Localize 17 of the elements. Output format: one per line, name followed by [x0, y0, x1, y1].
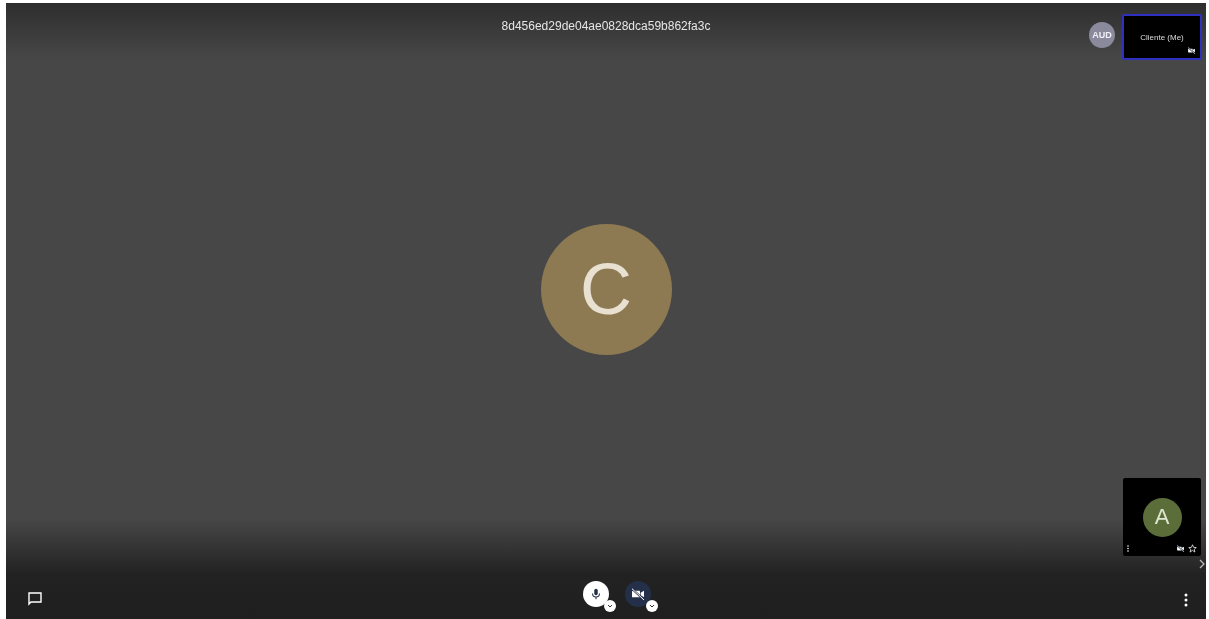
self-view-label: Cliente (Me) [1140, 32, 1184, 42]
camera-off-icon [1176, 544, 1185, 553]
caret-icon[interactable] [603, 600, 616, 612]
caret-icon[interactable] [645, 600, 658, 612]
microphone-button[interactable] [582, 581, 609, 607]
chat-button[interactable] [27, 591, 43, 607]
star-icon[interactable] [1188, 544, 1197, 553]
participant-avatar: A [1142, 497, 1182, 537]
self-view-tile[interactable]: Cliente (Me) [1122, 14, 1202, 60]
camera-button[interactable] [624, 581, 651, 607]
participant-tile[interactable]: A [1123, 478, 1201, 556]
meeting-title: 8d456ed29de04ae0828dca59b862fa3c [501, 19, 711, 34]
more-options-button[interactable] [1184, 593, 1188, 607]
camera-off-icon [629, 586, 646, 602]
camera-off-icon [1187, 46, 1196, 55]
chevron-right-icon[interactable] [1199, 559, 1205, 569]
speaker-avatar: C [540, 223, 672, 355]
